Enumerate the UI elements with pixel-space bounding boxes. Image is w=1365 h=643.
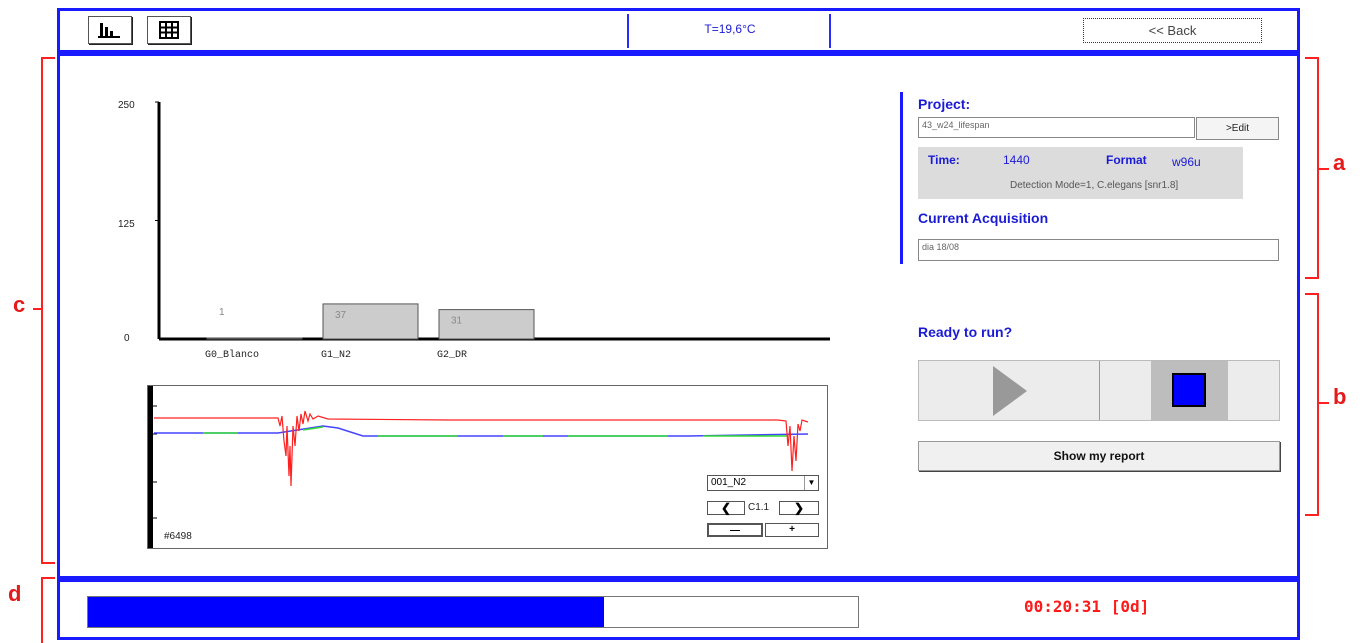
- annotation-label-b: b: [1333, 384, 1347, 409]
- run-controls: [918, 360, 1280, 421]
- toolbar-separator: [627, 14, 629, 48]
- plus-icon: +: [789, 524, 795, 535]
- bar-value-label: 37: [335, 310, 347, 321]
- trace-id-label: #6498: [164, 531, 192, 542]
- ready-to-run-label: Ready to run?: [918, 324, 1013, 340]
- project-info-box: Time: 1440 Format w96u Detection Mode=1,…: [918, 147, 1243, 199]
- progress-fill: [88, 597, 604, 627]
- annotation-tick-b: [1319, 402, 1329, 404]
- trace-plot: #6498 001_N2 ▼ ❮ C1.1 ❯ — +: [147, 385, 828, 549]
- next-channel-button[interactable]: ❯: [779, 501, 819, 515]
- toolbar-separator: [829, 14, 831, 48]
- chevron-left-icon: ❮: [720, 501, 732, 515]
- channel-label: C1.1: [748, 502, 770, 513]
- annotation-bracket-b: [1305, 293, 1319, 516]
- acquisition-field[interactable]: dia 18/08: [918, 239, 1279, 261]
- project-name-field[interactable]: 43_w24_lifespan: [918, 117, 1195, 138]
- bar-chart-icon: [98, 23, 120, 38]
- format-label: Format: [1106, 153, 1147, 167]
- category-label: G2_DR: [437, 350, 468, 361]
- prev-channel-button[interactable]: ❮: [707, 501, 745, 515]
- well-select-value: 001_N2: [711, 477, 747, 488]
- annotation-bracket-d: [41, 577, 55, 643]
- minus-icon: —: [730, 525, 740, 536]
- annotation-bracket-a: [1305, 57, 1319, 279]
- run-controls-separator: [1099, 361, 1100, 420]
- current-acquisition-label: Current Acquisition: [918, 210, 1049, 226]
- chevron-down-icon[interactable]: ▼: [804, 476, 818, 490]
- annotation-tick-c: [33, 308, 41, 310]
- category-label: G1_N2: [321, 350, 352, 361]
- bar-value-label: 1: [219, 307, 225, 318]
- bar-chart-plot: 1 37 31: [155, 101, 830, 341]
- annotation-tick-a: [1319, 168, 1329, 170]
- stop-button[interactable]: [1151, 361, 1228, 420]
- grid-icon: [159, 21, 179, 39]
- project-label: Project:: [918, 96, 971, 112]
- time-label: Time:: [928, 153, 960, 167]
- chevron-right-icon: ❯: [793, 501, 805, 515]
- show-report-button[interactable]: Show my report: [918, 441, 1280, 471]
- annotation-label-a: a: [1333, 150, 1346, 175]
- back-button[interactable]: << Back: [1083, 18, 1262, 43]
- bar: [206, 337, 303, 340]
- temperature-readout: T=19,6°C: [704, 22, 756, 36]
- stop-icon: [1172, 373, 1206, 407]
- annotation-label-c: c: [13, 292, 26, 317]
- grid-view-button[interactable]: [147, 16, 191, 44]
- elapsed-time: 00:20:31 [0d]: [1024, 597, 1150, 616]
- y-tick-label: 0: [124, 333, 130, 344]
- annotation-bracket-c: [41, 57, 55, 564]
- time-value: 1440: [1003, 153, 1030, 167]
- annotation-label-d: d: [8, 581, 22, 606]
- project-divider: [900, 92, 903, 264]
- zoom-in-button[interactable]: +: [765, 523, 819, 537]
- progress-bar: [87, 596, 859, 628]
- format-value: w96u: [1172, 155, 1201, 169]
- bar-chart-view-button[interactable]: [88, 16, 132, 44]
- bar-value-label: 31: [451, 316, 463, 327]
- y-tick-label: 250: [118, 100, 135, 111]
- well-select[interactable]: 001_N2 ▼: [707, 475, 819, 491]
- edit-project-button[interactable]: >Edit: [1196, 117, 1279, 140]
- play-button[interactable]: [919, 361, 1099, 420]
- category-label: G0_Blanco: [205, 350, 260, 361]
- y-tick-label: 125: [118, 219, 135, 230]
- detection-mode: Detection Mode=1, C.elegans [snr1.8]: [1010, 180, 1179, 191]
- zoom-out-button[interactable]: —: [707, 523, 763, 537]
- play-icon: [993, 366, 1027, 416]
